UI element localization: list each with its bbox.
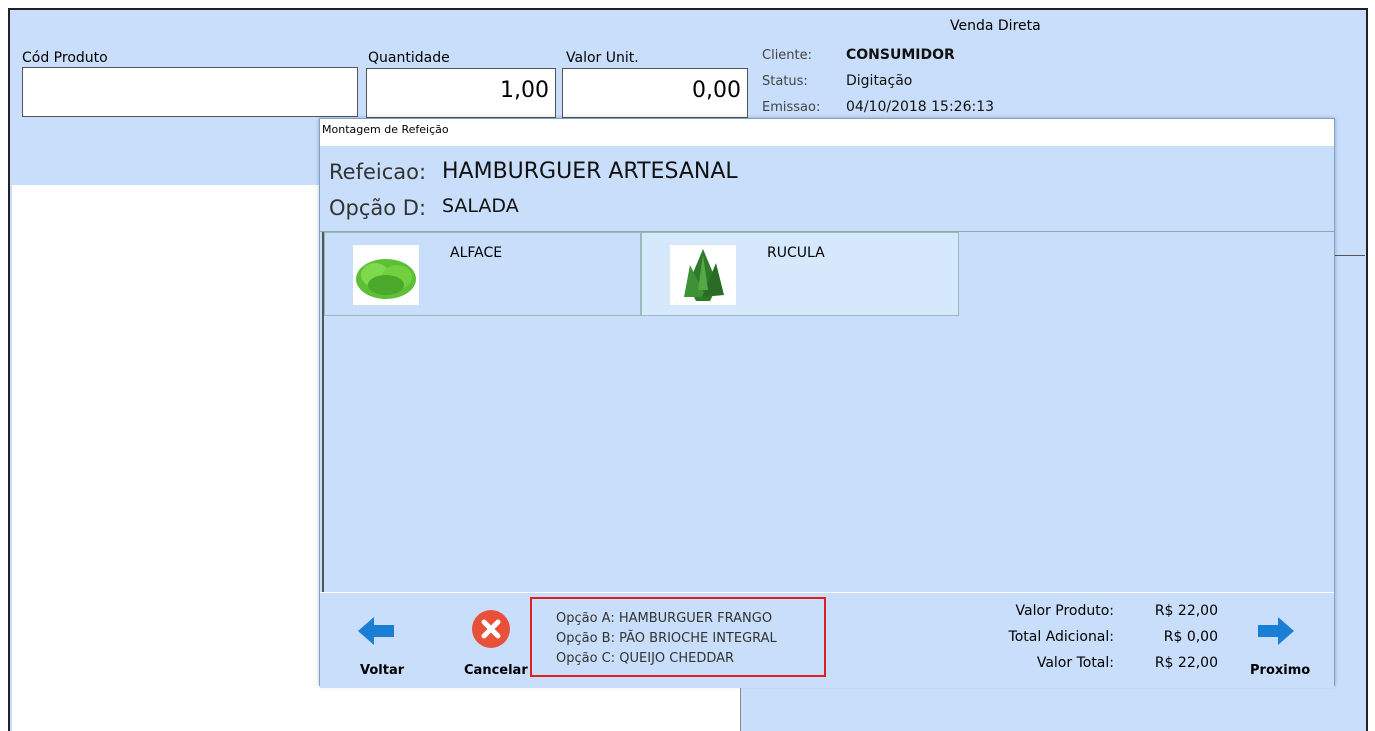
valor-total-value: R$ 22,00	[1154, 655, 1218, 671]
emissao-label: Emissao:	[762, 100, 821, 115]
status-label: Status:	[762, 74, 808, 89]
total-adicional-label: Total Adicional:	[1008, 629, 1114, 645]
option-tile-alface[interactable]: ALFACE	[324, 232, 641, 316]
cod-produto-label: Cód Produto	[22, 50, 108, 66]
valor-unit-input[interactable]: 0,00	[562, 68, 748, 118]
proximo-button[interactable]: Proximo	[1250, 663, 1310, 678]
dialog-footer: Voltar Cancelar Opção A: HAMBURGUER FRAN…	[320, 592, 1334, 688]
selected-options-summary: Opção A: HAMBURGUER FRANGO Opção B: PÃO …	[530, 597, 826, 677]
grid-line	[1335, 255, 1365, 256]
voltar-button[interactable]: Voltar	[360, 663, 404, 678]
window-title: Venda Direta	[950, 18, 1041, 34]
total-adicional-value: R$ 0,00	[1163, 629, 1218, 645]
valor-unit-label: Valor Unit.	[566, 50, 639, 66]
refeicao-label: Refeicao:	[329, 160, 427, 184]
emissao-value: 04/10/2018 15:26:13	[846, 99, 995, 115]
cliente-label: Cliente:	[762, 48, 813, 63]
cod-produto-input[interactable]	[22, 67, 358, 117]
status-value: Digitação	[846, 73, 913, 89]
option-tile-rucula[interactable]: RUCULA	[641, 232, 959, 316]
options-panel: ALFACE RUCULA	[322, 232, 1334, 592]
dialog-title: Montagem de Refeição	[320, 119, 1334, 146]
back-arrow-icon[interactable]	[356, 613, 396, 649]
option-label-rucula: RUCULA	[767, 245, 825, 261]
next-arrow-icon[interactable]	[1256, 613, 1296, 649]
refeicao-value: HAMBURGUER ARTESANAL	[442, 159, 738, 184]
quantidade-input[interactable]: 1,00	[366, 68, 556, 118]
option-label-alface: ALFACE	[450, 245, 503, 261]
summary-line: Opção C: QUEIJO CHEDDAR	[556, 651, 735, 666]
cliente-value: CONSUMIDOR	[846, 47, 955, 63]
cancelar-button[interactable]: Cancelar	[464, 663, 528, 678]
opcao-label: Opção D:	[329, 196, 427, 220]
valor-produto-value: R$ 22,00	[1154, 603, 1218, 619]
lettuce-icon	[353, 245, 419, 305]
valor-produto-label: Valor Produto:	[1015, 603, 1114, 619]
summary-line: Opção A: HAMBURGUER FRANGO	[556, 611, 773, 626]
montagem-refeicao-dialog: Montagem de Refeição Refeicao: HAMBURGUE…	[319, 118, 1335, 688]
opcao-value: SALADA	[442, 195, 519, 217]
summary-line: Opção B: PÃO BRIOCHE INTEGRAL	[556, 631, 777, 646]
quantidade-label: Quantidade	[368, 50, 450, 66]
arugula-icon	[670, 245, 736, 305]
valor-total-label: Valor Total:	[1036, 655, 1114, 671]
cancel-icon[interactable]	[471, 609, 511, 649]
